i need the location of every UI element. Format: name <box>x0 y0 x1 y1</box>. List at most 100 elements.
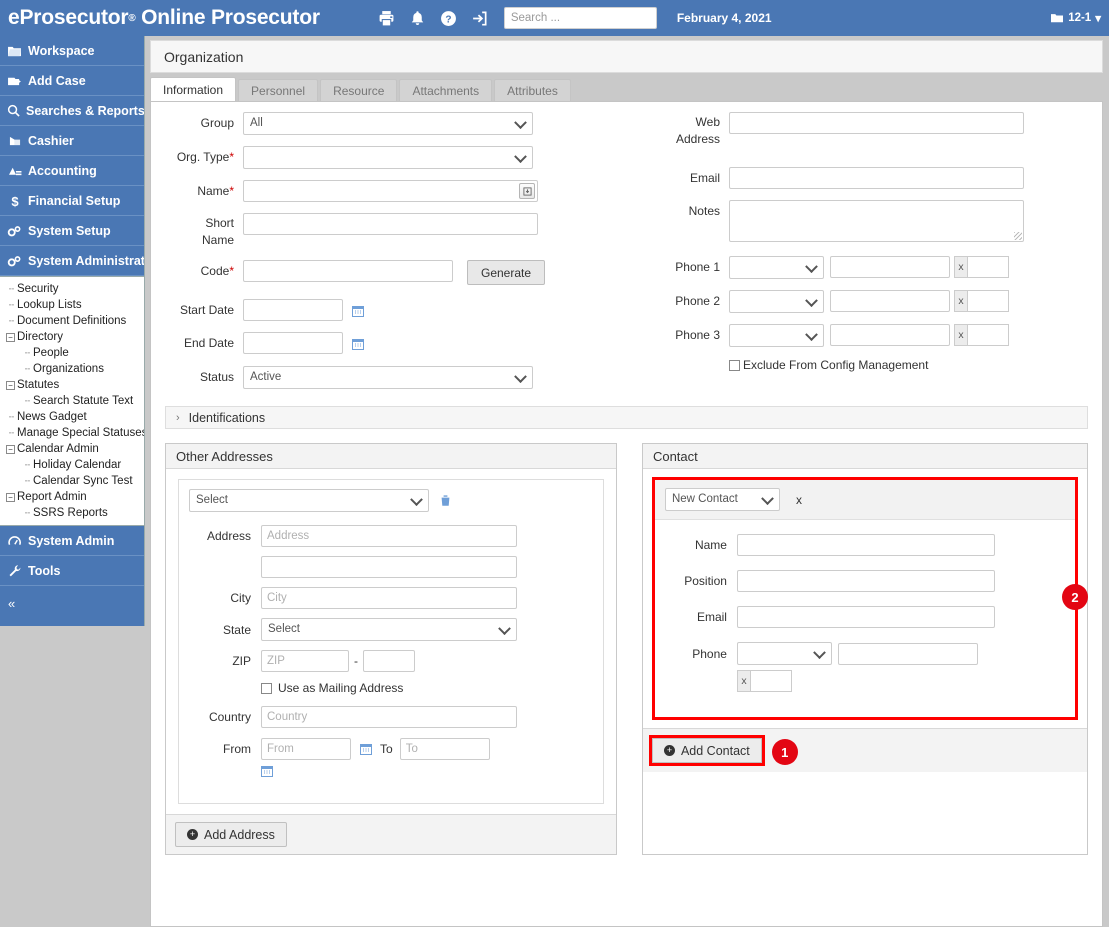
case-selector[interactable]: 12-1 ▾ <box>1050 0 1101 36</box>
tree-collapse-icon[interactable]: − <box>6 493 15 502</box>
contact-phone-number-input[interactable] <box>838 643 978 665</box>
phone-3-type-select[interactable] <box>729 324 824 347</box>
sidebar-item-accounting[interactable]: Accounting <box>0 156 144 186</box>
tree-item-calendar-sync-test[interactable]: ╌Calendar Sync Test <box>6 473 144 489</box>
remove-contact-link[interactable]: x <box>796 493 802 507</box>
use-mailing-address-checkbox[interactable] <box>261 683 272 694</box>
contact-select[interactable]: New Contact <box>665 488 780 511</box>
phone-3-extension-input[interactable] <box>967 324 1009 346</box>
tree-item-news-gadget[interactable]: ╌News Gadget <box>6 409 144 425</box>
contact-email-input[interactable] <box>737 606 995 628</box>
search-input[interactable]: Search ... <box>504 7 657 29</box>
cashier-icon <box>7 134 22 148</box>
short-name-input[interactable] <box>243 213 538 235</box>
add-address-button[interactable]: + Add Address <box>175 822 287 847</box>
calendar-icon[interactable] <box>360 743 372 755</box>
address-select[interactable]: Select <box>189 489 429 512</box>
tree-item-directory[interactable]: −Directory <box>6 329 144 345</box>
tree-item-ssrs-reports[interactable]: ╌SSRS Reports <box>6 505 144 521</box>
sidebar-collapse-icon[interactable]: « <box>0 586 144 620</box>
sidebar-item-system-setup[interactable]: System Setup <box>0 216 144 246</box>
phone-2-type-select[interactable] <box>729 290 824 313</box>
tree-item-lookup-lists[interactable]: ╌Lookup Lists <box>6 297 144 313</box>
tab-information[interactable]: Information <box>150 77 236 101</box>
org-type-select[interactable] <box>243 146 533 169</box>
phone-2-number-input[interactable] <box>830 290 950 312</box>
name-input[interactable] <box>243 180 538 202</box>
sidebar-item-label: System Setup <box>28 224 111 238</box>
contact-phone-type-select[interactable] <box>737 642 832 665</box>
tab-personnel[interactable]: Personnel <box>238 79 318 101</box>
identifications-section-toggle[interactable]: › Identifications <box>165 406 1088 429</box>
zip4-input[interactable] <box>363 650 415 672</box>
tree-item-people[interactable]: ╌People <box>6 345 144 361</box>
phone-3-number-input[interactable] <box>830 324 950 346</box>
to-input[interactable]: To <box>400 738 490 760</box>
group-select[interactable]: All <box>243 112 533 135</box>
print-icon[interactable] <box>378 10 395 27</box>
add-contact-button[interactable]: + Add Contact <box>652 738 762 763</box>
exclude-config-checkbox[interactable] <box>729 360 740 371</box>
tree-item-report-admin[interactable]: −Report Admin <box>6 489 144 505</box>
status-select[interactable]: Active <box>243 366 533 389</box>
phone-2-extension-input[interactable] <box>967 290 1009 312</box>
address-input[interactable]: Address <box>261 525 517 547</box>
end-date-input[interactable] <box>243 332 343 354</box>
calendar-icon[interactable] <box>352 305 364 317</box>
sidebar-item-system-administration[interactable]: System Administration <box>0 246 144 276</box>
tree-item-search-statute-text[interactable]: ╌Search Statute Text <box>6 393 144 409</box>
sidebar-item-cashier[interactable]: Cashier <box>0 126 144 156</box>
code-label: Code* <box>165 260 243 282</box>
state-select[interactable]: Select <box>261 618 517 641</box>
trash-icon[interactable] <box>439 494 452 507</box>
tree-item-security[interactable]: ╌Security <box>6 281 144 297</box>
zip-input[interactable]: ZIP <box>261 650 349 672</box>
sidebar-item-tools[interactable]: Tools <box>0 556 144 586</box>
tree-collapse-icon[interactable]: − <box>6 381 15 390</box>
bell-icon[interactable] <box>409 10 426 27</box>
tree-collapse-icon[interactable]: − <box>6 445 15 454</box>
tree-item-organizations[interactable]: ╌Organizations <box>6 361 144 377</box>
calendar-icon[interactable] <box>261 766 273 780</box>
web-address-input[interactable] <box>729 112 1024 134</box>
phone-1-type-select[interactable] <box>729 256 824 279</box>
from-input[interactable]: From <box>261 738 351 760</box>
logout-icon[interactable] <box>471 10 488 27</box>
sidebar-item-searches-reports[interactable]: Searches & Reports <box>0 96 144 126</box>
zip-label: ZIP <box>179 654 261 668</box>
tree-item-manage-special-statuses[interactable]: ╌Manage Special Statuses <box>6 425 144 441</box>
phone-1-number-input[interactable] <box>830 256 950 278</box>
generate-button[interactable]: Generate <box>467 260 545 285</box>
tree-item-label: Calendar Admin <box>17 443 99 455</box>
sidebar-item-workspace[interactable]: Workspace <box>0 36 144 66</box>
code-input[interactable] <box>243 260 453 282</box>
tab-resource[interactable]: Resource <box>320 79 397 101</box>
country-input[interactable]: Country <box>261 706 517 728</box>
tree-tick-icon: ╌ <box>6 300 17 311</box>
tree-item-holiday-calendar[interactable]: ╌Holiday Calendar <box>6 457 144 473</box>
use-mailing-address-row[interactable]: Use as Mailing Address <box>261 681 403 695</box>
status-label: Status <box>165 366 243 388</box>
contact-name-input[interactable] <box>737 534 995 556</box>
tab-attachments[interactable]: Attachments <box>399 79 492 101</box>
exclude-config-row[interactable]: Exclude From Config Management <box>729 358 928 372</box>
calendar-icon[interactable] <box>352 338 364 350</box>
tab-attributes[interactable]: Attributes <box>494 79 571 101</box>
sidebar-item-add-case[interactable]: Add Case <box>0 66 144 96</box>
sidebar-item-financial-setup[interactable]: $ Financial Setup <box>0 186 144 216</box>
phone-1-extension-input[interactable] <box>967 256 1009 278</box>
name-lookup-icon[interactable] <box>519 183 535 199</box>
city-input[interactable]: City <box>261 587 517 609</box>
tree-collapse-icon[interactable]: − <box>6 333 15 342</box>
help-icon[interactable]: ? <box>440 10 457 27</box>
tree-item-statutes[interactable]: −Statutes <box>6 377 144 393</box>
notes-textarea[interactable] <box>729 200 1024 242</box>
email-input[interactable] <box>729 167 1024 189</box>
tree-item-document-definitions[interactable]: ╌Document Definitions <box>6 313 144 329</box>
contact-position-input[interactable] <box>737 570 995 592</box>
sidebar-item-system-admin[interactable]: System Admin <box>0 526 144 556</box>
contact-phone-extension-input[interactable] <box>750 670 792 692</box>
start-date-input[interactable] <box>243 299 343 321</box>
address-line2-input[interactable] <box>261 556 517 578</box>
tree-item-calendar-admin[interactable]: −Calendar Admin <box>6 441 144 457</box>
